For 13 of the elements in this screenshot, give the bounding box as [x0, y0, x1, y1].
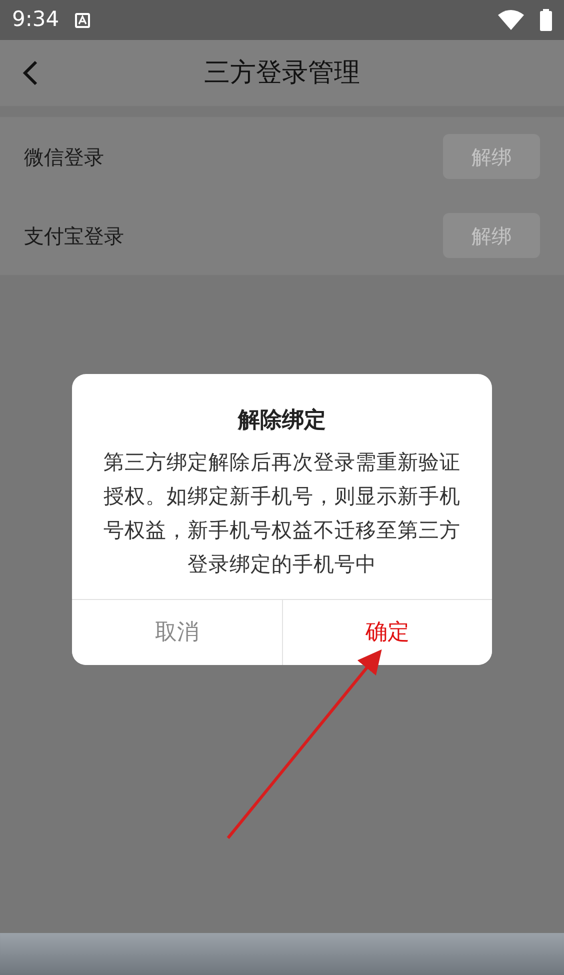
- notification-icon: [75, 12, 90, 28]
- dialog-title: 解除绑定: [236, 406, 327, 435]
- login-label: 微信登录: [24, 144, 104, 170]
- wifi-icon: [498, 10, 524, 30]
- status-time: 9:34: [12, 6, 60, 34]
- page-title: 三方登录管理: [204, 56, 360, 90]
- unbind-button[interactable]: 解绑: [443, 134, 540, 179]
- login-label: 支付宝登录: [24, 222, 124, 250]
- dialog-message: 第三方绑定解除后再次登录需重新验证授权。如绑定新手机号，则显示新手机号权益，新手机号权益不迁移至第三方登录绑定的手机号中: [102, 449, 462, 578]
- battery-icon: [540, 9, 552, 31]
- unbind-button[interactable]: 解绑: [443, 213, 540, 258]
- back-icon[interactable]: [22, 60, 38, 86]
- confirm-button[interactable]: 确定: [282, 600, 492, 665]
